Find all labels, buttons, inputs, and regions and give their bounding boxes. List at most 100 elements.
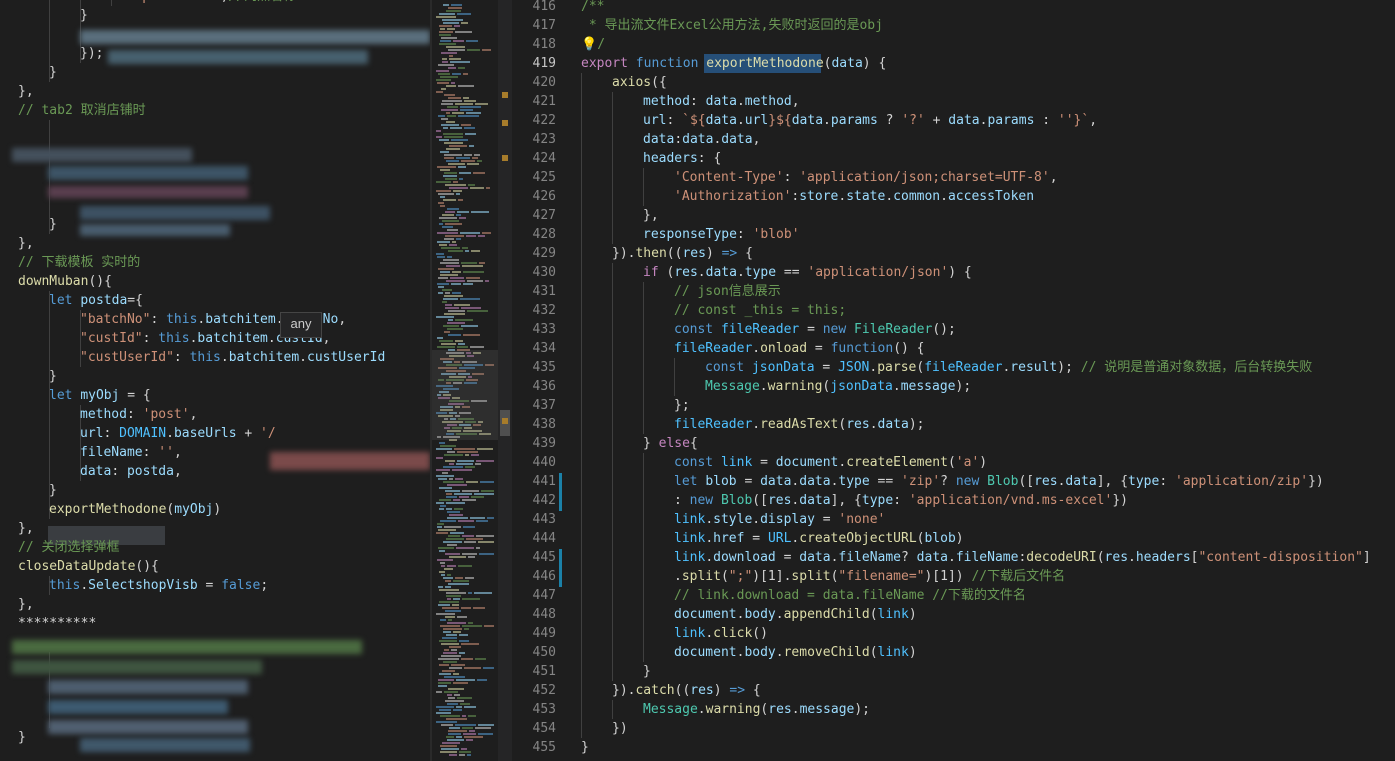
minimap-stroke [446,508,452,510]
line-number: 455 [532,740,556,755]
code-token: ) { [862,56,887,71]
indent-guide [581,282,582,301]
minimap-stroke [441,565,445,567]
minimap-stroke [447,229,458,231]
minimap-stroke [462,490,479,492]
code-token: link [674,531,706,546]
indent-guide [612,358,613,377]
code-token: params [987,113,1035,128]
minimap-stroke [449,55,453,57]
line-number: 439 [532,436,556,451]
minimap[interactable] [432,0,498,761]
minimap-stroke [452,271,461,273]
minimap-scrollbar[interactable] [498,0,512,761]
minimap-stroke [443,133,463,135]
indent-guide [581,586,582,605]
code-text: fileName: '', [80,443,182,462]
minimap-stroke [448,535,460,537]
code-token: )[1]) [924,569,972,584]
line-number: 441 [532,474,556,489]
code-token: . [299,350,307,365]
indent-guide [581,206,582,225]
minimap-stroke [448,319,453,321]
code-token: style [713,512,753,527]
line-number: 446 [532,569,556,584]
line-number: 436 [532,379,556,394]
minimap-stroke [451,664,465,666]
code-line: 450 document.body.removeChild(link) [512,643,1395,662]
minimap-stroke [453,598,460,600]
code-token: : '', [189,0,228,4]
minimap-stroke [464,706,476,708]
minimap-stroke [447,28,455,30]
code-token: blob [924,531,956,546]
code-token: : [1034,113,1058,128]
indent-guide [643,643,644,662]
minimap-stroke [444,568,453,570]
code-line: 439} else{ [512,434,1395,453]
minimap-stroke [462,247,468,249]
line-number: 427 [532,208,556,223]
code-text: exportMethodone(myObj) [49,500,221,519]
minimap-stroke [440,274,458,276]
minimap-stroke [451,4,462,6]
minimap-stroke [482,49,491,51]
code-token: URL [767,531,792,546]
minimap-stroke [441,88,446,90]
code-text: 'Content-Type': 'application/json;charse… [674,168,1058,187]
minimap-stroke [439,31,453,33]
code-token: readAsText [760,417,839,432]
line-number: 428 [532,227,556,242]
minimap-stroke [459,172,471,174]
minimap-stroke [460,109,473,111]
line-number: 448 [532,607,556,622]
code-token: = [814,512,839,527]
hover-tooltip: any [280,312,322,338]
minimap-stroke [438,193,454,195]
code-token: . [1128,550,1136,565]
code-token: , [189,407,198,422]
code-line: 433 const fileReader = new FileReader(); [512,320,1395,339]
code-token: ) [908,607,917,622]
minimap-stroke [437,241,450,243]
code-token: } [581,740,589,755]
left-editor[interactable]: "shopName": '',//网点名称}});}},// tab2 取消店铺… [0,0,430,761]
code-token: . [736,265,745,280]
code-token: ); [1057,360,1081,375]
minimap-stroke [446,736,454,738]
minimap-stroke [445,292,450,294]
code-token: ); [955,379,972,394]
code-token: body [744,645,776,660]
code-text: } [49,63,57,82]
minimap-stroke [453,673,459,675]
minimap-stroke [439,244,447,246]
code-token: data [80,464,112,479]
code-text: method: data.method, [643,92,800,111]
code-token: '' [1057,113,1074,128]
right-editor[interactable]: 416/** 417 * 导出流文件Excel公用方法,失败时返回的是obj 418… [512,0,1395,761]
code-token: = [799,322,823,337]
minimap-stroke [478,235,485,237]
code-token: data [799,493,831,508]
minimap-stroke [453,190,462,192]
indent-guide [581,263,582,282]
code-token: ( [869,645,878,660]
minimap-stroke [455,478,463,480]
indent-guide [612,453,613,472]
indent-guide [612,434,613,453]
code-token: 'zip' [901,474,941,489]
minimap-stroke [451,139,468,141]
code-token: )[1]. [752,569,792,584]
code-token: . [697,265,706,280]
minimap-viewport[interactable] [432,350,498,440]
minimap-stroke [461,748,467,750]
minimap-stroke [445,211,455,213]
minimap-stroke [436,253,444,255]
minimap-stroke [438,115,445,117]
minimap-stroke [436,706,454,708]
code-token: FileReader [854,322,933,337]
code-token: . [267,331,276,346]
code-token: , [173,445,182,460]
minimap-stroke [448,583,469,585]
code-token: 'application/json' [807,265,949,280]
